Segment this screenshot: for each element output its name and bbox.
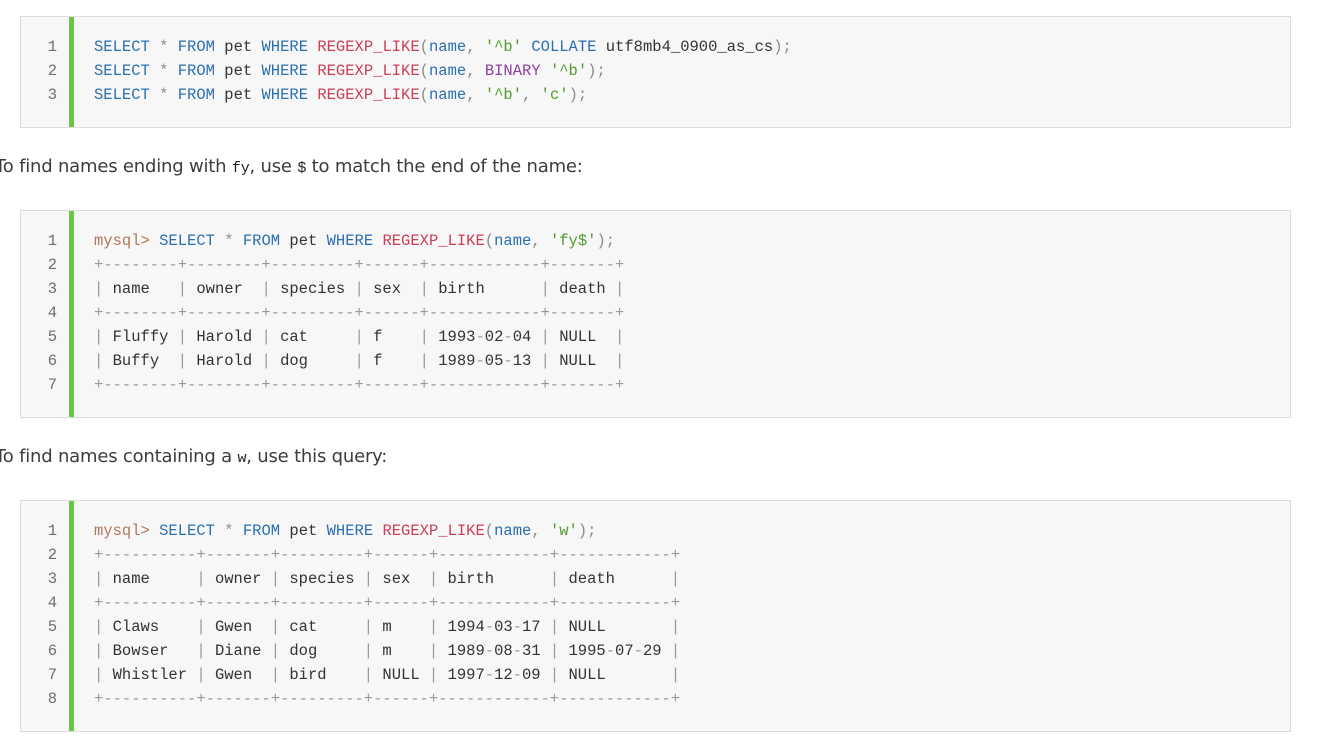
code-text: mysql> SELECT * FROM pet WHERE REGEXP_LI…: [94, 232, 616, 250]
line-number: 3: [47, 570, 57, 588]
line-number: 6: [47, 352, 57, 370]
code-lines[interactable]: 1 mysql> SELECT * FROM pet WHERE REGEXP_L…: [21, 229, 625, 397]
line-number: 7: [47, 376, 57, 394]
code-text: +--------+--------+---------+------+----…: [94, 376, 625, 394]
code-line: 5 | Fluffy | Harold | cat | f | 1993-02-0…: [21, 325, 625, 349]
line-number: 6: [47, 642, 57, 660]
code-line: 6 | Buffy | Harold | dog | f | 1989-05-13…: [21, 349, 625, 373]
code-line: 8 +----------+-------+---------+------+--…: [21, 687, 680, 711]
code-line: 2 +--------+--------+---------+------+---…: [21, 253, 625, 277]
line-number: 1: [47, 522, 57, 540]
code-text: mysql> SELECT * FROM pet WHERE REGEXP_LI…: [94, 522, 597, 540]
line-number: 4: [47, 594, 57, 612]
code-line: 2 SELECT * FROM pet WHERE REGEXP_LIKE(nam…: [21, 59, 792, 83]
code-line: 5 | Claws | Gwen | cat | m | 1994-03-17 |…: [21, 615, 680, 639]
inline-code: fy: [231, 160, 250, 177]
code-text: SELECT * FROM pet WHERE REGEXP_LIKE(name…: [94, 86, 588, 104]
inline-code: w: [237, 450, 247, 467]
paragraph-containing-w: To find names containing a w, use this q…: [0, 446, 387, 467]
code-text: +--------+--------+---------+------+----…: [94, 256, 625, 274]
line-number: 8: [47, 690, 57, 708]
code-line: 3 | name | owner | species | sex | birth …: [21, 567, 680, 591]
line-number: 2: [47, 62, 57, 80]
line-number: 4: [47, 304, 57, 322]
line-number: 2: [47, 546, 57, 564]
code-line: 2 +----------+-------+---------+------+--…: [21, 543, 680, 567]
line-number: 7: [47, 666, 57, 684]
line-number: 1: [47, 38, 57, 56]
code-line: 3 SELECT * FROM pet WHERE REGEXP_LIKE(nam…: [21, 83, 792, 107]
line-number: 5: [47, 618, 57, 636]
paragraph-ending-fy: To find names ending with fy, use $ to m…: [0, 156, 583, 177]
code-text: +----------+-------+---------+------+---…: [94, 690, 680, 708]
line-number: 2: [47, 256, 57, 274]
code-text: +----------+-------+---------+------+---…: [94, 594, 680, 612]
code-block-collation: 1 SELECT * FROM pet WHERE REGEXP_LIKE(nam…: [20, 16, 1291, 128]
code-line: 1 mysql> SELECT * FROM pet WHERE REGEXP_L…: [21, 519, 680, 543]
paragraph-text: , use: [249, 156, 298, 177]
code-line: 6 | Bowser | Diane | dog | m | 1989-08-31…: [21, 639, 680, 663]
code-block-ending-fy: 1 mysql> SELECT * FROM pet WHERE REGEXP_L…: [20, 210, 1291, 418]
code-text: | name | owner | species | sex | birth |…: [94, 280, 625, 298]
code-line: 7 | Whistler | Gwen | bird | NULL | 1997-…: [21, 663, 680, 687]
code-text: | Buffy | Harold | dog | f | 1989-05-13 …: [94, 352, 625, 370]
code-line: 1 SELECT * FROM pet WHERE REGEXP_LIKE(nam…: [21, 35, 792, 59]
code-text: | Fluffy | Harold | cat | f | 1993-02-04…: [94, 328, 625, 346]
paragraph-text: To find names containing a: [0, 446, 238, 467]
code-lines[interactable]: 1 mysql> SELECT * FROM pet WHERE REGEXP_L…: [21, 519, 680, 711]
code-line: 3 | name | owner | species | sex | birth …: [21, 277, 625, 301]
inline-code: $: [297, 160, 307, 177]
line-number: 3: [47, 280, 57, 298]
code-block-containing-w: 1 mysql> SELECT * FROM pet WHERE REGEXP_L…: [20, 500, 1291, 732]
code-text: SELECT * FROM pet WHERE REGEXP_LIKE(name…: [94, 38, 792, 56]
code-text: +--------+--------+---------+------+----…: [94, 304, 625, 322]
line-number: 3: [47, 86, 57, 104]
paragraph-text: To find names ending with: [0, 156, 232, 177]
code-text: | name | owner | species | sex | birth |…: [94, 570, 681, 588]
code-text: SELECT * FROM pet WHERE REGEXP_LIKE(name…: [94, 62, 606, 80]
code-line: 4 +----------+-------+---------+------+--…: [21, 591, 680, 615]
code-text: +----------+-------+---------+------+---…: [94, 546, 680, 564]
code-line: 4 +--------+--------+---------+------+---…: [21, 301, 625, 325]
code-lines[interactable]: 1 SELECT * FROM pet WHERE REGEXP_LIKE(nam…: [21, 35, 792, 107]
line-number: 5: [47, 328, 57, 346]
paragraph-text: , use this query:: [246, 446, 388, 467]
code-line: 7 +--------+--------+---------+------+---…: [21, 373, 625, 397]
paragraph-text: to match the end of the name:: [306, 156, 583, 177]
line-number: 1: [47, 232, 57, 250]
code-text: | Claws | Gwen | cat | m | 1994-03-17 | …: [94, 618, 681, 636]
code-text: | Bowser | Diane | dog | m | 1989-08-31 …: [94, 642, 681, 660]
code-text: | Whistler | Gwen | bird | NULL | 1997-1…: [94, 666, 681, 684]
code-line: 1 mysql> SELECT * FROM pet WHERE REGEXP_L…: [21, 229, 624, 253]
